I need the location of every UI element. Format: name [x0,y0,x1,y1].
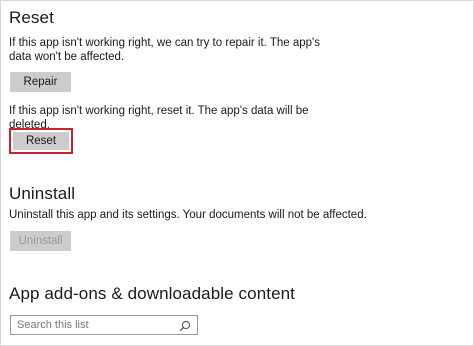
search-box[interactable] [10,315,198,335]
uninstall-button[interactable]: Uninstall [10,231,71,251]
repair-description: If this app isn't working right, we can … [9,37,320,63]
uninstall-heading: Uninstall [9,184,76,203]
uninstall-description: Uninstall this app and its settings. You… [9,209,367,221]
repair-button[interactable]: Repair [10,72,71,92]
reset-heading: Reset [9,8,54,27]
search-icon[interactable] [179,319,191,332]
search-input[interactable] [17,319,179,331]
addons-heading: App add-ons & downloadable content [9,284,295,303]
reset-button[interactable]: Reset [9,128,73,154]
